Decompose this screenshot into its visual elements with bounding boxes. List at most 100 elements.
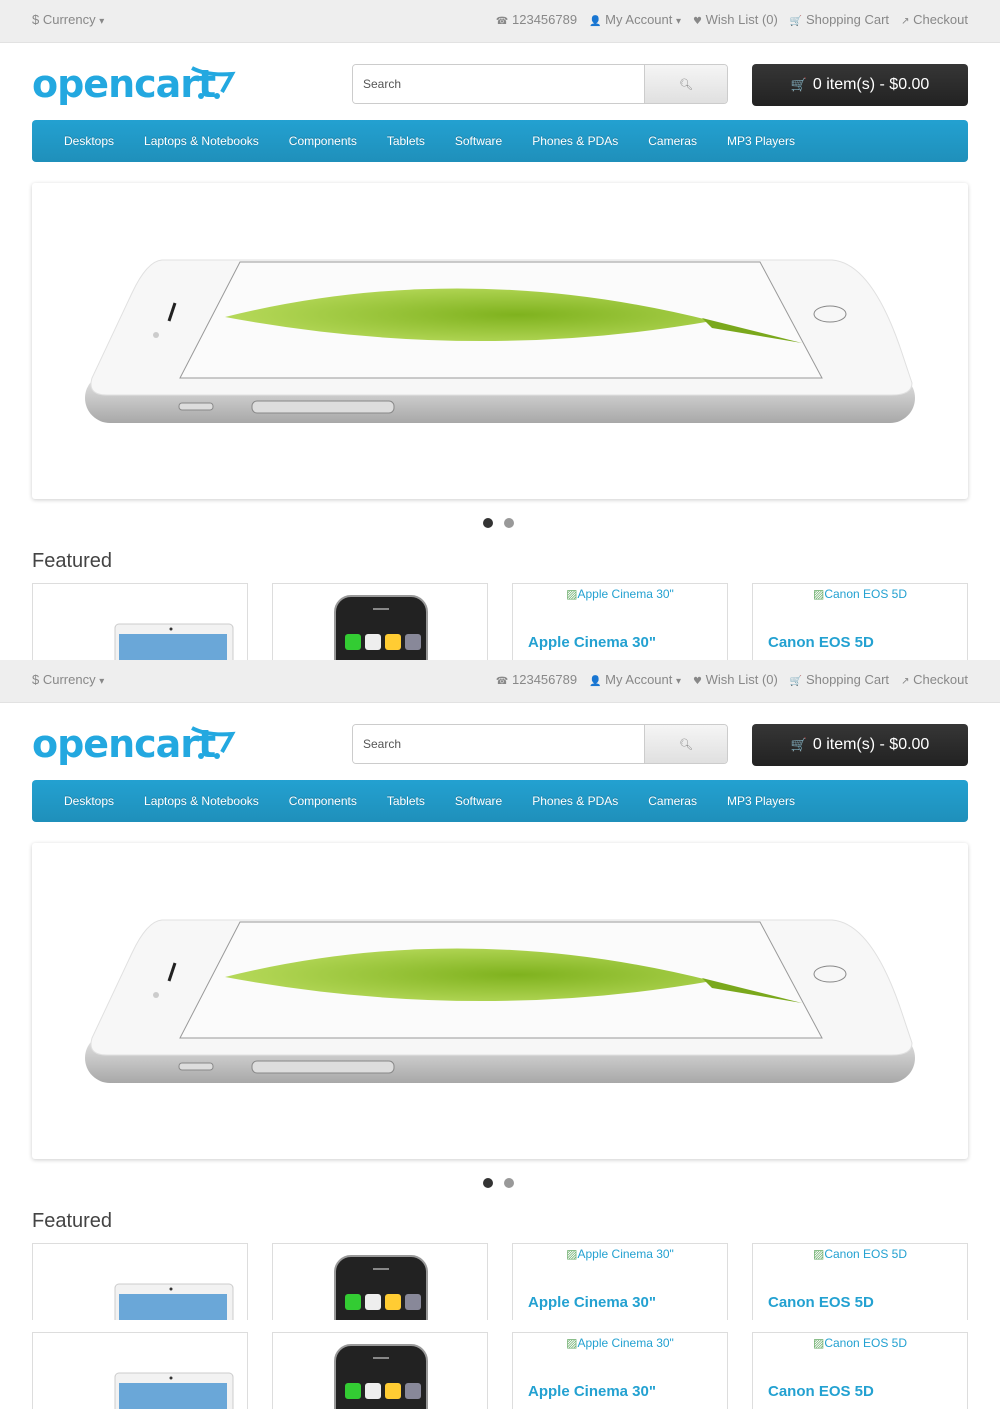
menu-item-laptops[interactable]: Laptops & Notebooks: [144, 794, 259, 808]
heart-icon: ♥: [693, 16, 702, 27]
broken-image-icon: ▨: [566, 587, 578, 601]
cart-button[interactable]: 🛒 0 item(s) - $0.00: [752, 724, 968, 766]
product-card[interactable]: [272, 1243, 488, 1320]
heart-icon: ♥: [693, 676, 702, 687]
product-card[interactable]: [272, 1332, 488, 1409]
product-image-phone: [334, 1255, 428, 1320]
featured-products: ▨Apple Cinema 30" Apple Cinema 30" ▨Cano…: [32, 1332, 968, 1409]
menu-item-tablets[interactable]: Tablets: [387, 794, 425, 808]
product-image-phone: [334, 1344, 428, 1409]
caret-down-icon: ▾: [676, 16, 682, 27]
my-account-link[interactable]: 👤 My Account ▾: [589, 672, 681, 687]
broken-image: ▨Apple Cinema 30": [566, 1247, 674, 1261]
slide-dot-1[interactable]: [483, 1178, 493, 1188]
menu-item-software[interactable]: Software: [455, 134, 502, 148]
featured-heading: Featured: [32, 1210, 113, 1232]
broken-image: ▨Apple Cinema 30": [566, 587, 674, 601]
menu-item-phones[interactable]: Phones & PDAs: [532, 134, 618, 148]
page-segment: $ Currency ▾ ☎ 123456789 👤 My Account ▾ …: [0, 0, 1000, 660]
logo[interactable]: opencart: [32, 722, 236, 766]
caret-down-icon: ▾: [676, 676, 682, 687]
product-name-link[interactable]: Canon EOS 5D: [768, 634, 874, 651]
search-input[interactable]: [353, 65, 644, 103]
menu-item-laptops[interactable]: Laptops & Notebooks: [144, 134, 259, 148]
phone-icon: ☎: [495, 16, 509, 27]
phone-link[interactable]: ☎ 123456789: [496, 672, 577, 687]
product-card[interactable]: [32, 1243, 248, 1320]
checkout-link[interactable]: ↗ Checkout: [901, 672, 968, 687]
menu-item-tablets[interactable]: Tablets: [387, 134, 425, 148]
broken-image-icon: ▨: [566, 1247, 578, 1261]
product-image-laptop: [114, 1372, 234, 1409]
product-card[interactable]: [272, 583, 488, 660]
product-name-link[interactable]: Apple Cinema 30": [528, 634, 656, 651]
product-name-link[interactable]: Apple Cinema 30": [528, 1294, 656, 1311]
product-card[interactable]: ▨Apple Cinema 30" Apple Cinema 30": [512, 1243, 728, 1320]
slideshow[interactable]: [32, 843, 968, 1159]
product-name-link[interactable]: Canon EOS 5D: [768, 1383, 874, 1400]
user-icon: 👤: [589, 16, 602, 27]
my-account-link[interactable]: 👤 My Account ▾: [589, 12, 681, 27]
menu-item-mp3[interactable]: MP3 Players: [727, 794, 795, 808]
menu-item-desktops[interactable]: Desktops: [64, 794, 114, 808]
broken-image: ▨Canon EOS 5D: [812, 587, 908, 601]
currency-dropdown[interactable]: $ Currency ▾: [32, 672, 104, 687]
share-icon: ↗: [901, 676, 910, 687]
product-card[interactable]: ▨Canon EOS 5D Canon EOS 5D: [752, 1243, 968, 1320]
search-icon: 🔍︎: [679, 738, 693, 751]
product-card[interactable]: [32, 1332, 248, 1409]
wish-list-link[interactable]: ♥ Wish List (0): [693, 672, 778, 687]
cart-logo-icon: [191, 66, 236, 99]
broken-image-icon: ▨: [812, 1247, 825, 1261]
broken-image: ▨Canon EOS 5D: [812, 1336, 908, 1350]
slide-dot-1[interactable]: [483, 518, 493, 528]
cart-icon: 🛒: [789, 676, 803, 687]
broken-image-icon: ▨: [812, 1336, 825, 1350]
menu-item-cameras[interactable]: Cameras: [648, 794, 697, 808]
currency-dropdown[interactable]: $ Currency ▾: [32, 12, 104, 27]
slideshow-pagination: [483, 518, 514, 528]
product-card[interactable]: ▨Canon EOS 5D Canon EOS 5D: [752, 583, 968, 660]
slide-image-iphone: [85, 259, 915, 423]
share-icon: ↗: [901, 16, 910, 27]
slide-dot-2[interactable]: [504, 1178, 514, 1188]
slideshow[interactable]: [32, 183, 968, 499]
menu-item-software[interactable]: Software: [455, 794, 502, 808]
menu-item-phones[interactable]: Phones & PDAs: [532, 794, 618, 808]
product-card[interactable]: ▨Apple Cinema 30" Apple Cinema 30": [512, 583, 728, 660]
menu-item-components[interactable]: Components: [289, 134, 357, 148]
caret-down-icon: ▾: [99, 676, 105, 687]
cart-button[interactable]: 🛒 0 item(s) - $0.00: [752, 64, 968, 106]
menu-item-mp3[interactable]: MP3 Players: [727, 134, 795, 148]
wish-list-link[interactable]: ♥ Wish List (0): [693, 12, 778, 27]
broken-image: ▨Canon EOS 5D: [812, 1247, 908, 1261]
search-input[interactable]: [353, 725, 644, 763]
checkout-link[interactable]: ↗ Checkout: [901, 12, 968, 27]
broken-image-icon: ▨: [812, 587, 825, 601]
search-button[interactable]: 🔍︎: [644, 725, 727, 763]
page-segment: $ Currency ▾ ☎ 123456789 👤 My Account ▾ …: [0, 660, 1000, 1320]
search-button[interactable]: 🔍︎: [644, 65, 727, 103]
slideshow-pagination: [483, 1178, 514, 1188]
cart-icon: 🛒: [790, 737, 807, 753]
top-bar: $ Currency ▾ ☎ 123456789 👤 My Account ▾ …: [0, 660, 1000, 703]
shopping-cart-link[interactable]: 🛒 Shopping Cart: [790, 12, 889, 27]
featured-heading: Featured: [32, 550, 113, 572]
phone-icon: ☎: [495, 676, 509, 687]
top-bar: $ Currency ▾ ☎ 123456789 👤 My Account ▾ …: [0, 0, 1000, 43]
menu-item-cameras[interactable]: Cameras: [648, 134, 697, 148]
shopping-cart-link[interactable]: 🛒 Shopping Cart: [790, 672, 889, 687]
cart-icon: 🛒: [789, 16, 803, 27]
phone-link[interactable]: ☎ 123456789: [496, 12, 577, 27]
menu-item-desktops[interactable]: Desktops: [64, 134, 114, 148]
logo[interactable]: opencart: [32, 62, 236, 106]
user-icon: 👤: [589, 676, 602, 687]
product-card[interactable]: [32, 583, 248, 660]
product-card[interactable]: ▨Canon EOS 5D Canon EOS 5D: [752, 1332, 968, 1409]
product-card[interactable]: ▨Apple Cinema 30" Apple Cinema 30": [512, 1332, 728, 1409]
product-name-link[interactable]: Apple Cinema 30": [528, 1383, 656, 1400]
product-name-link[interactable]: Canon EOS 5D: [768, 1294, 874, 1311]
slide-dot-2[interactable]: [504, 518, 514, 528]
cart-logo-icon: [191, 726, 236, 759]
menu-item-components[interactable]: Components: [289, 794, 357, 808]
